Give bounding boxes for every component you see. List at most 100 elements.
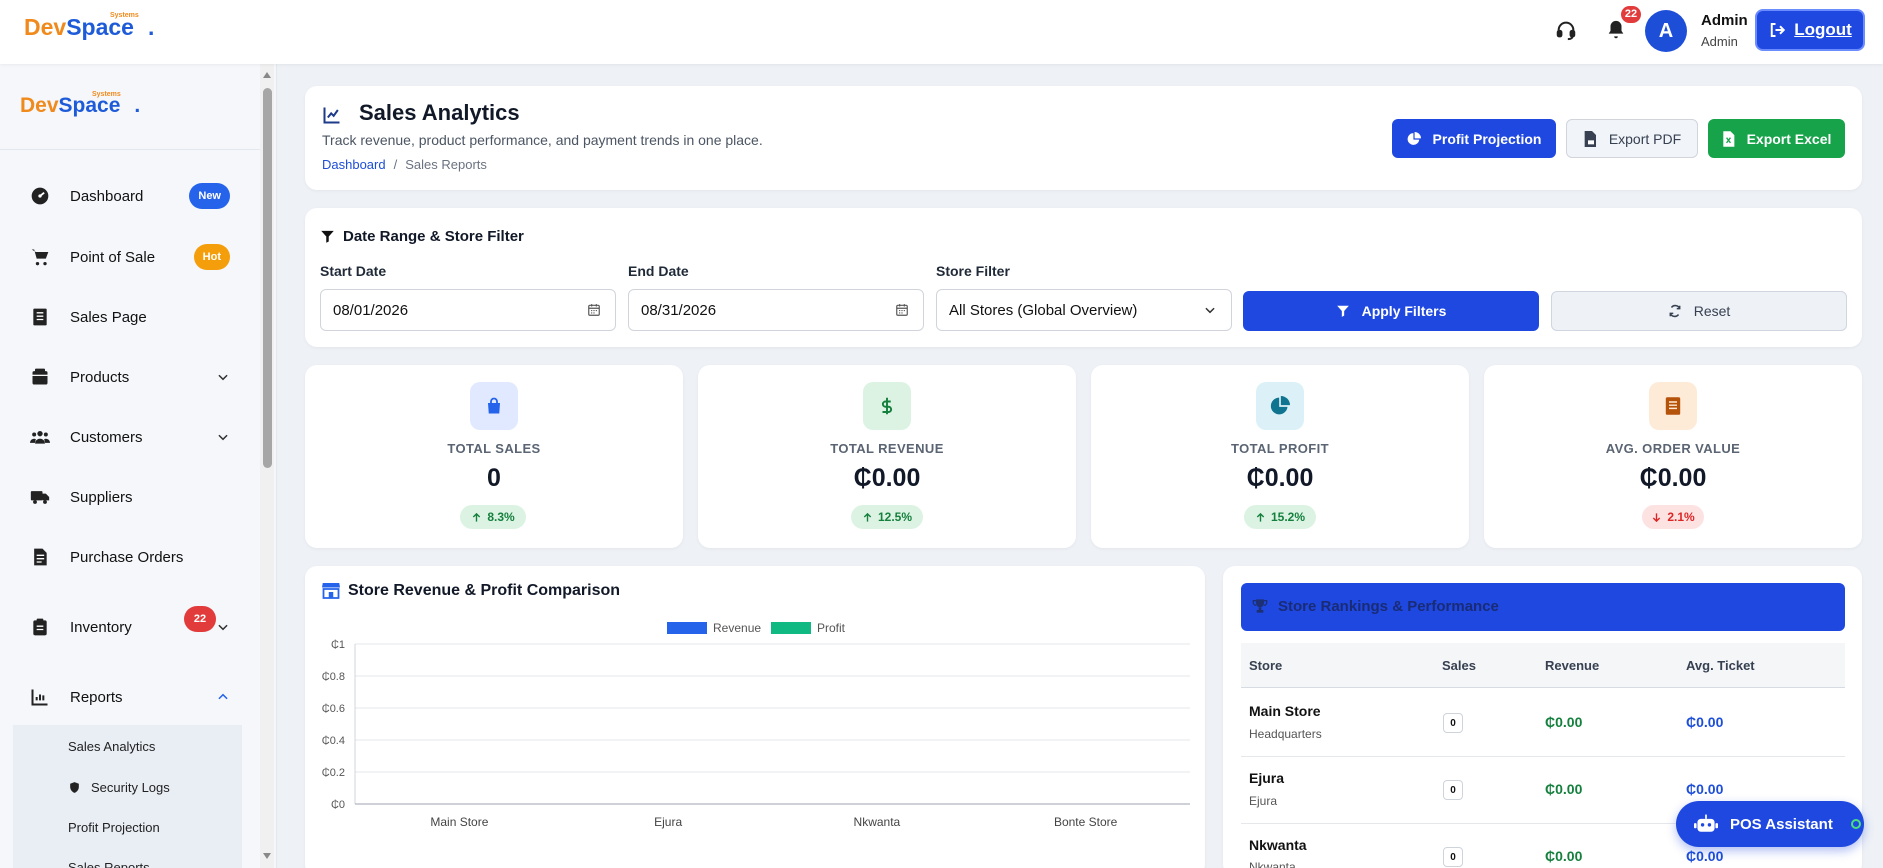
column-header-revenue[interactable]: Revenue: [1545, 658, 1599, 673]
receipt-icon: [1665, 397, 1681, 415]
apply-filters-button[interactable]: Apply Filters: [1243, 291, 1539, 331]
calendar-icon[interactable]: [895, 303, 909, 317]
notification-count-badge: 22: [1621, 6, 1641, 23]
new-badge: New: [189, 183, 230, 209]
calendar-icon[interactable]: [587, 303, 601, 317]
x-tick-label: Bonte Store: [1054, 815, 1118, 829]
avatar[interactable]: A: [1645, 10, 1687, 52]
clipboard-icon: [33, 618, 47, 636]
sidebar-item-inventory[interactable]: Inventory 22: [30, 606, 230, 642]
legend-label: Profit: [817, 621, 846, 635]
online-status-dot: [1850, 819, 1861, 829]
profit-projection-button[interactable]: Profit Projection: [1392, 119, 1556, 158]
submenu-sales-analytics[interactable]: Sales Analytics: [68, 739, 155, 754]
sidebar-item-dashboard[interactable]: Dashboard New: [30, 181, 230, 211]
robot-icon: [1694, 814, 1718, 832]
end-date-label: End Date: [628, 263, 689, 279]
sidebar-item-reports[interactable]: Reports: [30, 682, 230, 712]
top-bar: Dev Space Systems . 22 A Admin Admin Logo…: [0, 0, 1883, 64]
stat-card-avg-order-value: AVG. ORDER VALUE ₵0.00 2.1%: [1484, 365, 1862, 548]
breadcrumb-current: Sales Reports: [405, 157, 487, 172]
stat-card-total-profit: TOTAL PROFIT ₵0.00 15.2%: [1091, 365, 1469, 548]
reports-submenu: Sales Analytics Security Logs Profit Pro…: [13, 725, 242, 868]
revenue-profit-bar-chart: Revenue Profit ₵0 ₵0.2 ₵0.4 ₵0.6 ₵0.8 ₵1 Main St…: [322, 621, 1190, 829]
filter-section-title: Date Range & Store Filter: [343, 228, 524, 245]
y-tick-label: ₵0.8: [322, 671, 345, 683]
store-filter-label: Store Filter: [936, 263, 1010, 279]
breadcrumb-separator: /: [393, 157, 398, 172]
chevron-down-icon: [1205, 307, 1215, 314]
shield-icon: [70, 782, 79, 793]
inventory-alert-badge: 22: [184, 606, 216, 632]
y-tick-label: ₵1: [331, 639, 345, 651]
start-date-input[interactable]: 08/01/2026: [320, 289, 616, 331]
stat-value: 0: [487, 464, 501, 492]
sidebar-logo[interactable]: Dev Space Systems .: [20, 91, 140, 118]
users-icon: [30, 431, 50, 444]
column-header-sales[interactable]: Sales: [1442, 658, 1476, 673]
x-tick-label: Ejura: [654, 815, 682, 829]
dollar-icon: [881, 397, 893, 415]
sidebar-item-suppliers[interactable]: Suppliers: [30, 482, 230, 512]
column-header-store[interactable]: Store: [1249, 658, 1282, 673]
submenu-sales-reports[interactable]: Sales Reports: [68, 860, 150, 868]
submenu-security-logs[interactable]: Security Logs: [68, 780, 170, 795]
sidebar-item-sales-page[interactable]: Sales Page: [30, 302, 230, 332]
stat-card-total-revenue: TOTAL REVENUE ₵0.00 12.5%: [698, 365, 1076, 548]
truck-icon: [30, 491, 50, 504]
scroll-down-arrow[interactable]: [262, 852, 272, 860]
sidebar-item-point-of-sale[interactable]: Point of Sale Hot: [30, 242, 230, 272]
export-pdf-button[interactable]: Export PDF: [1566, 119, 1698, 158]
filter-icon: [321, 230, 334, 243]
sidebar-item-purchase-orders[interactable]: Purchase Orders: [30, 542, 230, 572]
sidebar-item-customers[interactable]: Customers: [30, 422, 230, 452]
export-excel-button[interactable]: Export Excel: [1708, 119, 1845, 158]
chevron-down-icon: [218, 624, 228, 631]
y-tick-label: ₵0.4: [322, 735, 345, 747]
y-tick-label: ₵0.6: [322, 703, 345, 715]
scroll-up-arrow[interactable]: [262, 71, 272, 79]
user-role: Admin: [1701, 34, 1738, 49]
user-name: Admin: [1701, 12, 1748, 29]
chart-panel-title: Store Revenue & Profit Comparison: [348, 582, 621, 599]
chevron-down-icon: [218, 374, 228, 381]
submenu-profit-projection[interactable]: Profit Projection: [68, 820, 160, 835]
column-header-avg-ticket[interactable]: Avg. Ticket: [1686, 658, 1755, 673]
pie-chart-icon: [1407, 131, 1421, 145]
bell-icon[interactable]: [1605, 19, 1627, 41]
file-excel-icon: [1722, 130, 1734, 147]
logout-button[interactable]: Logout: [1755, 9, 1865, 51]
chevron-down-icon: [218, 434, 228, 441]
sync-icon: [1669, 304, 1681, 318]
arrow-up-icon: [863, 512, 872, 522]
chevron-up-icon: [218, 693, 228, 700]
filter-icon: [1336, 305, 1349, 317]
stat-value: ₵0.00: [1639, 464, 1707, 492]
breadcrumb-home-link[interactable]: Dashboard: [322, 157, 386, 172]
chart-icon: [31, 689, 48, 706]
pos-assistant-button[interactable]: POS Assistant: [1676, 801, 1864, 847]
trend-badge: 2.1%: [1642, 505, 1704, 529]
sidebar-scrollbar-thumb[interactable]: [263, 88, 272, 468]
reset-button[interactable]: Reset: [1551, 291, 1847, 331]
page-title: Sales Analytics: [359, 100, 520, 125]
stat-title: TOTAL SALES: [447, 441, 541, 456]
stat-card-total-sales: TOTAL SALES 0 8.3%: [305, 365, 683, 548]
brand-logo[interactable]: Dev Space Systems .: [24, 12, 154, 41]
stat-title: AVG. ORDER VALUE: [1605, 441, 1741, 456]
end-date-input[interactable]: 08/31/2026: [628, 289, 924, 331]
line-chart-icon: [323, 107, 340, 124]
sidebar-item-products[interactable]: Products: [30, 362, 230, 392]
sidebar-brand: Dev Space Systems .: [0, 64, 260, 150]
x-tick-label: Main Store: [430, 815, 488, 829]
trend-badge: 8.3%: [460, 505, 526, 529]
cart-icon: [31, 249, 49, 266]
store-filter-select[interactable]: All Stores (Global Overview): [936, 289, 1232, 331]
stat-value: ₵0.00: [1246, 464, 1314, 492]
file-invoice-icon: [34, 548, 47, 566]
headset-icon[interactable]: [1555, 19, 1577, 41]
store-icon: [322, 583, 340, 599]
page-subtitle: Track revenue, product performance, and …: [322, 132, 763, 148]
rankings-title: Store Rankings & Performance: [1278, 598, 1499, 615]
arrow-down-icon: [1653, 512, 1661, 522]
